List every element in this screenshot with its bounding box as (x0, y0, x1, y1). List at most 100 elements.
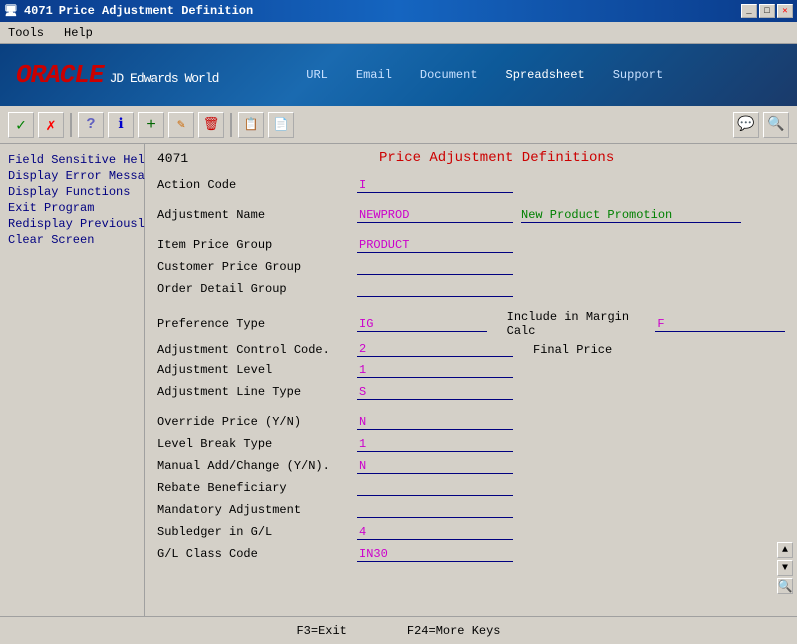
status-f3: F3=Exit (296, 624, 346, 638)
final-price-label: Final Price (533, 343, 713, 357)
status-bar: F3=Exit F24=More Keys (0, 616, 797, 644)
sidebar-item-display-functions[interactable]: Display Functions (4, 184, 140, 200)
mandatory-input[interactable] (357, 503, 513, 518)
order-detail-group-label: Order Detail Group (157, 282, 357, 296)
adj-level-row: Adjustment Level (157, 361, 785, 379)
include-margin-label: Include in Margin Calc (507, 310, 656, 338)
preference-type-label: Preference Type (157, 317, 357, 331)
toolbar-help[interactable]: ? (78, 112, 104, 138)
nav-url[interactable]: URL (306, 68, 328, 82)
order-detail-group-row: Order Detail Group (157, 280, 785, 298)
level-break-label: Level Break Type (157, 437, 357, 451)
override-price-row: Override Price (Y/N) (157, 413, 785, 431)
scroll-arrows: ▲ ▼ 🔍 (777, 542, 793, 594)
sidebar-item-exit-program[interactable]: Exit Program (4, 200, 140, 216)
toolbar: ✓ ✗ ? ℹ + ✎ 🗑 📋 📄 💬 🔍 (0, 106, 797, 144)
toolbar-chat[interactable]: 💬 (733, 112, 759, 138)
nav-document[interactable]: Document (420, 68, 478, 82)
app-id: 4071 (24, 4, 53, 18)
item-price-group-row: Item Price Group (157, 236, 785, 254)
toolbar-cancel[interactable]: ✗ (38, 112, 64, 138)
nav-spreadsheet[interactable]: Spreadsheet (506, 68, 585, 82)
adjustment-name-text: New Product Promotion (521, 208, 741, 223)
adjustment-name-label: Adjustment Name (157, 208, 357, 222)
sidebar-item-clear-screen[interactable]: Clear Screen (4, 232, 140, 248)
status-f24: F24=More Keys (407, 624, 501, 638)
adj-control-label: Adjustment Control Code. (157, 343, 357, 357)
manual-add-label: Manual Add/Change (Y/N). (157, 459, 357, 473)
form-header: 4071 Price Adjustment Definitions (157, 150, 785, 166)
sidebar-item-field-sensitive-help[interactable]: Field Sensitive Help (4, 152, 140, 168)
menu-tools[interactable]: Tools (4, 24, 48, 42)
subledger-row: Subledger in G/L (157, 523, 785, 541)
toolbar-add[interactable]: + (138, 112, 164, 138)
item-price-group-input[interactable] (357, 238, 513, 253)
rebate-row: Rebate Beneficiary (157, 479, 785, 497)
nav-email[interactable]: Email (356, 68, 392, 82)
customer-price-group-row: Customer Price Group (157, 258, 785, 276)
action-code-input[interactable] (357, 178, 513, 193)
adj-control-row: Adjustment Control Code. Final Price (157, 342, 785, 357)
action-code-label: Action Code (157, 178, 357, 192)
gl-class-label: G/L Class Code (157, 547, 357, 561)
maximize-button[interactable]: □ (759, 4, 775, 18)
adjustment-name-input[interactable] (357, 208, 513, 223)
sidebar-item-display-error[interactable]: Display Error Message (4, 168, 140, 184)
toolbar-edit[interactable]: ✎ (168, 112, 194, 138)
subledger-label: Subledger in G/L (157, 525, 357, 539)
zoom-icon[interactable]: 🔍 (777, 578, 793, 594)
app-icon: 🖥 (4, 4, 18, 18)
title-bar: 🖥 4071 Price Adjustment Definition _ □ ✕ (0, 0, 797, 22)
adj-line-type-row: Adjustment Line Type (157, 383, 785, 401)
level-break-row: Level Break Type (157, 435, 785, 453)
include-margin-input[interactable] (655, 317, 785, 332)
nav-support[interactable]: Support (613, 68, 663, 82)
action-code-row: Action Code (157, 176, 785, 194)
minimize-button[interactable]: _ (741, 4, 757, 18)
toolbar-copy[interactable]: 📋 (238, 112, 264, 138)
oracle-logo: ORACLEJD Edwards World (16, 60, 218, 90)
menu-bar: Tools Help (0, 22, 797, 44)
gl-class-row: G/L Class Code (157, 545, 785, 563)
gl-class-input[interactable] (357, 547, 513, 562)
mandatory-row: Mandatory Adjustment (157, 501, 785, 519)
toolbar-paste[interactable]: 📄 (268, 112, 294, 138)
toolbar-delete[interactable]: 🗑 (198, 112, 224, 138)
adj-line-type-label: Adjustment Line Type (157, 385, 357, 399)
subledger-input[interactable] (357, 525, 513, 540)
sidebar: Field Sensitive Help Display Error Messa… (0, 144, 145, 616)
window-controls: _ □ ✕ (741, 4, 793, 18)
close-button[interactable]: ✕ (777, 4, 793, 18)
scroll-down[interactable]: ▼ (777, 560, 793, 576)
header-banner: ORACLEJD Edwards World URL Email Documen… (0, 44, 797, 106)
rebate-label: Rebate Beneficiary (157, 481, 357, 495)
override-price-label: Override Price (Y/N) (157, 415, 357, 429)
override-price-input[interactable] (357, 415, 513, 430)
menu-help[interactable]: Help (60, 24, 97, 42)
order-detail-group-input[interactable] (357, 282, 513, 297)
nav-links: URL Email Document Spreadsheet Support (306, 68, 663, 82)
sidebar-item-redisplay[interactable]: Redisplay Previously U (4, 216, 140, 232)
manual-add-row: Manual Add/Change (Y/N). (157, 457, 785, 475)
form-title: Price Adjustment Definitions (208, 150, 785, 166)
toolbar-info[interactable]: ℹ (108, 112, 134, 138)
adj-control-input[interactable] (357, 342, 513, 357)
adjustment-name-row: Adjustment Name New Product Promotion (157, 206, 785, 224)
app-title: Price Adjustment Definition (59, 4, 253, 18)
adj-line-type-input[interactable] (357, 385, 513, 400)
adj-level-input[interactable] (357, 363, 513, 378)
preference-type-row: Preference Type Include in Margin Calc (157, 310, 785, 338)
mandatory-label: Mandatory Adjustment (157, 503, 357, 517)
toolbar-confirm[interactable]: ✓ (8, 112, 34, 138)
scroll-up[interactable]: ▲ (777, 542, 793, 558)
customer-price-group-label: Customer Price Group (157, 260, 357, 274)
rebate-input[interactable] (357, 481, 513, 496)
toolbar-search[interactable]: 🔍 (763, 112, 789, 138)
form-area: 4071 Price Adjustment Definitions Action… (145, 144, 797, 616)
adj-level-label: Adjustment Level (157, 363, 357, 377)
level-break-input[interactable] (357, 437, 513, 452)
preference-type-input[interactable] (357, 317, 487, 332)
manual-add-input[interactable] (357, 459, 513, 474)
form-id: 4071 (157, 151, 188, 166)
customer-price-group-input[interactable] (357, 260, 513, 275)
